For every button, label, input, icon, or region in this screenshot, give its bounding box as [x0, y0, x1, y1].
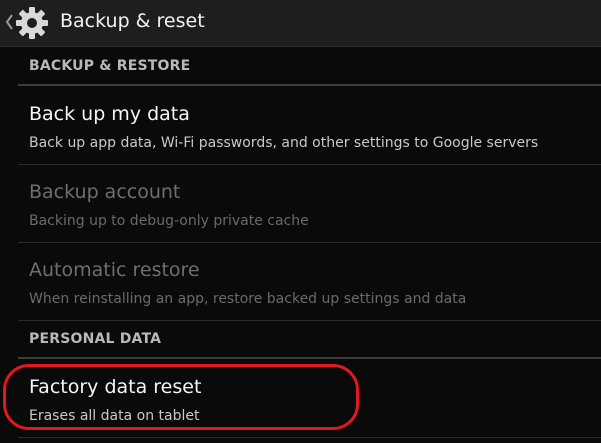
- pref-summary: Back up app data, Wi-Fi passwords, and o…: [29, 135, 539, 151]
- chevron-left-icon[interactable]: [4, 12, 14, 32]
- action-bar: Backup & reset: [0, 0, 601, 47]
- pref-title: Backup account: [29, 181, 181, 203]
- page-title: Backup & reset: [60, 10, 205, 32]
- pref-summary: When reinstalling an app, restore backed…: [29, 291, 467, 307]
- pref-title: Automatic restore: [29, 259, 200, 281]
- pref-summary: Backing up to debug-only private cache: [29, 213, 309, 229]
- pref-summary: Erases all data on tablet: [29, 408, 200, 424]
- gear-icon[interactable]: [14, 5, 50, 41]
- pref-backup-account: Backup account Backing up to debug-only …: [18, 164, 601, 243]
- settings-screen: Backup & reset BACKUP & RESTORE Back up …: [0, 0, 601, 443]
- section-label: BACKUP & RESTORE: [29, 58, 191, 74]
- pref-factory-data-reset[interactable]: Factory data reset Erases all data on ta…: [18, 359, 601, 438]
- pref-back-up-my-data[interactable]: Back up my data Back up app data, Wi-Fi …: [18, 86, 601, 165]
- pref-title: Factory data reset: [29, 376, 202, 398]
- pref-automatic-restore: Automatic restore When reinstalling an a…: [18, 242, 601, 321]
- section-header-backup-restore: BACKUP & RESTORE: [18, 47, 601, 86]
- section-label: PERSONAL DATA: [29, 331, 162, 347]
- section-header-personal-data: PERSONAL DATA: [18, 320, 601, 359]
- pref-title: Back up my data: [29, 103, 190, 125]
